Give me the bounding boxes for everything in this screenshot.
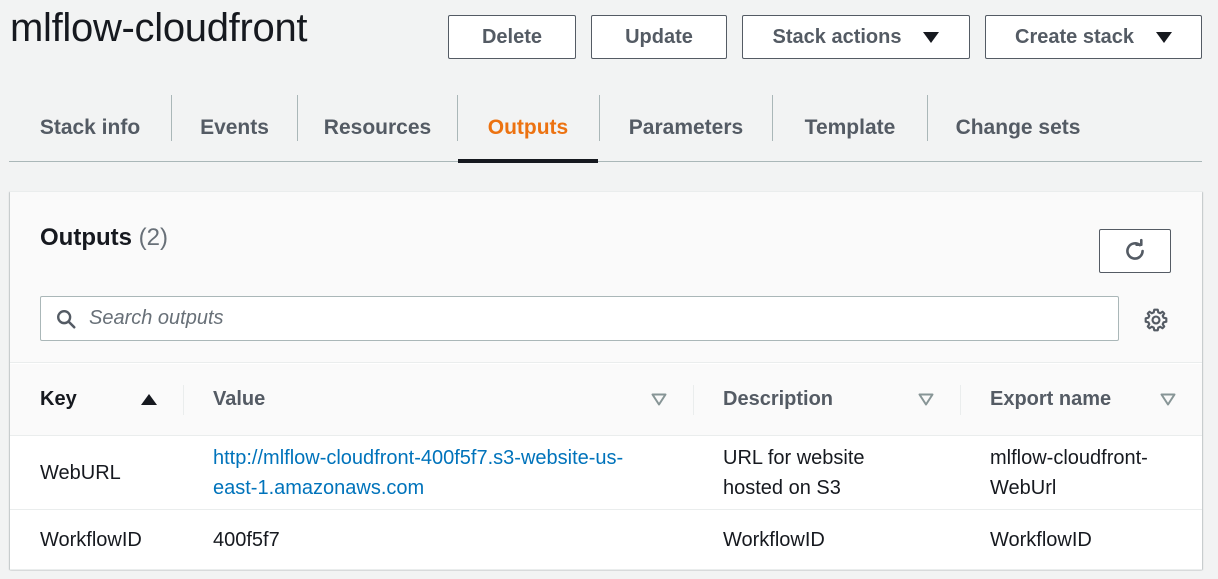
column-header-export-name[interactable]: Export name xyxy=(960,364,1202,436)
stack-tabs: Stack info Events Resources Outputs Para… xyxy=(9,95,1202,163)
column-header-value[interactable]: Value xyxy=(183,364,693,436)
tab-stack-info[interactable]: Stack info xyxy=(9,95,171,161)
search-input[interactable] xyxy=(89,307,1049,330)
tab-label: Template xyxy=(804,116,896,139)
tab-change-sets[interactable]: Change sets xyxy=(928,95,1108,161)
create-stack-dropdown[interactable]: Create stack xyxy=(985,15,1202,59)
cell-export-name: mlflow-cloudfront-WebUrl xyxy=(960,435,1202,510)
website-url-link[interactable]: http://mlflow-cloudfront-400f5f7.s3-webs… xyxy=(213,447,623,499)
tab-label: Events xyxy=(200,116,269,139)
sort-descending-outline-icon xyxy=(918,393,934,406)
tab-label: Change sets xyxy=(955,116,1081,139)
search-icon xyxy=(57,309,76,329)
caret-down-icon xyxy=(923,31,940,43)
stack-actions-label: Stack actions xyxy=(772,25,902,48)
table-header-row: Key Value Description Export name xyxy=(10,364,1202,436)
cell-export-name: WorkflowID xyxy=(960,509,1202,570)
update-button-label: Update xyxy=(625,25,693,48)
update-button[interactable]: Update xyxy=(591,15,727,59)
column-header-description[interactable]: Description xyxy=(693,364,960,436)
column-divider xyxy=(693,385,694,415)
cell-description: URL for website hosted on S3 xyxy=(693,435,960,510)
table-row: WebURL http://mlflow-cloudfront-400f5f7.… xyxy=(10,435,1202,510)
table-row: WorkflowID 400f5f7 WorkflowID WorkflowID xyxy=(10,509,1202,570)
sort-descending-outline-icon xyxy=(651,393,667,406)
outputs-panel-header: Outputs (2) xyxy=(10,192,1202,363)
caret-down-icon xyxy=(1155,31,1172,43)
cell-value: 400f5f7 xyxy=(183,509,693,570)
outputs-table: Key Value Description Export name WebURL… xyxy=(10,364,1202,570)
tab-events[interactable]: Events xyxy=(172,95,297,161)
tab-label: Outputs xyxy=(487,116,569,139)
cell-key: WebURL xyxy=(10,435,183,510)
outputs-count: (2) xyxy=(138,224,168,251)
tab-outputs[interactable]: Outputs xyxy=(458,95,598,163)
search-box xyxy=(40,296,1119,341)
column-divider xyxy=(960,385,961,415)
tab-parameters[interactable]: Parameters xyxy=(600,95,772,161)
gear-icon xyxy=(1144,308,1168,332)
sort-ascending-icon xyxy=(141,394,157,405)
cell-description: WorkflowID xyxy=(693,509,960,570)
delete-button[interactable]: Delete xyxy=(448,15,576,59)
column-header-label: Value xyxy=(213,388,266,410)
cell-value: http://mlflow-cloudfront-400f5f7.s3-webs… xyxy=(183,435,693,510)
cell-key: WorkflowID xyxy=(10,509,183,570)
column-header-label: Key xyxy=(40,388,77,410)
tab-template[interactable]: Template xyxy=(773,95,927,161)
refresh-button[interactable] xyxy=(1099,229,1171,273)
stack-actions-bar: Delete Update Stack actions Create stack xyxy=(0,15,1218,59)
refresh-icon xyxy=(1126,238,1144,260)
column-header-key[interactable]: Key xyxy=(10,364,183,436)
sort-descending-outline-icon xyxy=(1160,393,1176,406)
tab-label: Stack info xyxy=(39,116,141,139)
tab-label: Parameters xyxy=(628,116,744,139)
outputs-heading: Outputs (2) xyxy=(40,224,168,252)
column-divider xyxy=(183,385,184,415)
delete-button-label: Delete xyxy=(481,25,543,48)
column-header-label: Export name xyxy=(990,388,1112,410)
outputs-heading-title: Outputs xyxy=(40,224,132,251)
create-stack-label: Create stack xyxy=(1015,25,1134,48)
tab-resources[interactable]: Resources xyxy=(298,95,457,161)
tab-label: Resources xyxy=(323,116,432,139)
preferences-button[interactable] xyxy=(1142,306,1170,334)
column-header-label: Description xyxy=(723,388,834,410)
stack-actions-dropdown[interactable]: Stack actions xyxy=(742,15,970,59)
outputs-panel: Outputs (2) Search outputs Key Value Des… xyxy=(10,191,1202,570)
